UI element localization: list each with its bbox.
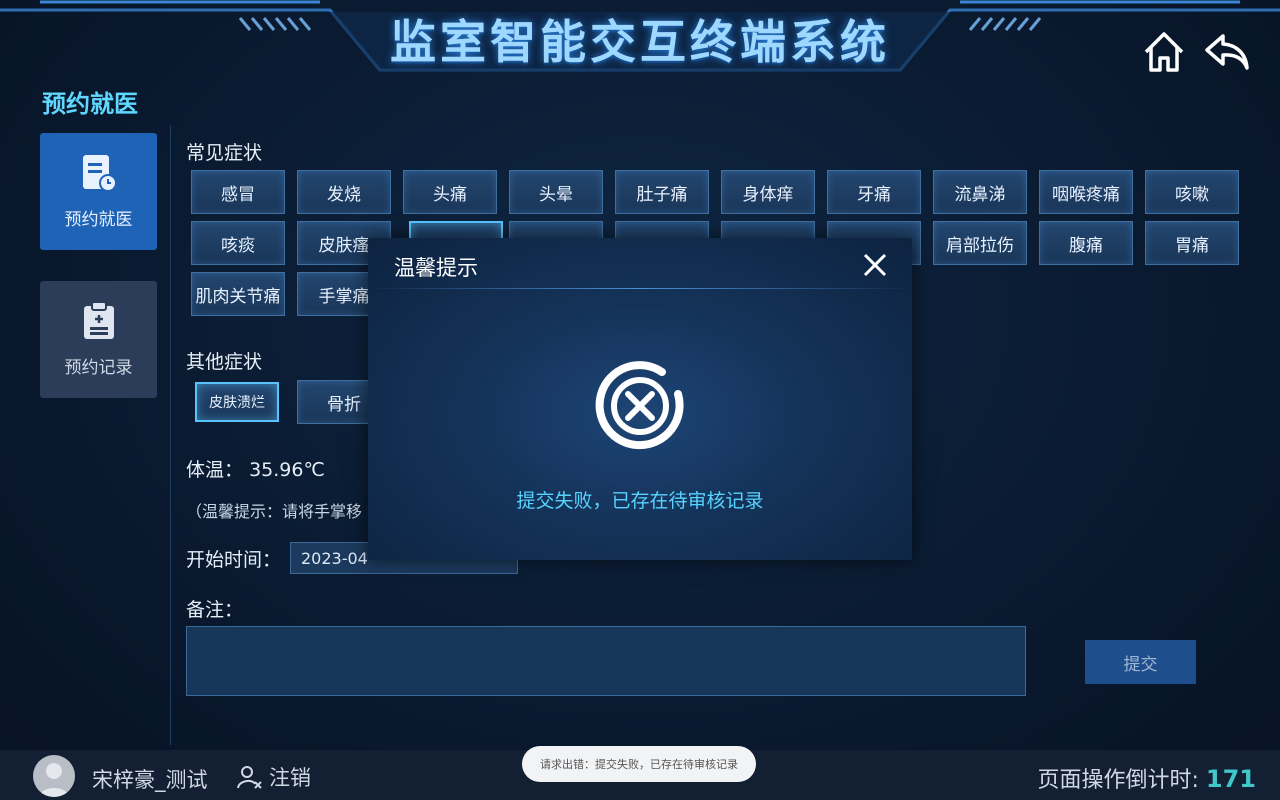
symptom-chip[interactable]: 感冒 xyxy=(191,170,285,214)
logout-button[interactable]: 注销 xyxy=(237,762,311,792)
symptom-chip[interactable]: 肚子痛 xyxy=(615,170,709,214)
user-avatar-icon xyxy=(39,763,69,797)
common-symptoms-label: 常见症状 xyxy=(186,142,263,164)
symptom-chip[interactable]: 头晕 xyxy=(509,170,603,214)
dialog-title: 温馨提示 xyxy=(394,256,478,280)
temperature-row: 体温： 35.96℃ xyxy=(186,455,325,482)
sidebar-item-appointment[interactable]: 预约就医 xyxy=(40,133,157,250)
medical-doc-icon xyxy=(82,155,117,192)
logout-label: 注销 xyxy=(269,766,311,790)
other-symptom-chip[interactable]: 皮肤溃烂 xyxy=(195,382,279,422)
symptom-chip[interactable]: 肌肉关节痛 xyxy=(191,272,285,316)
symptom-chip[interactable]: 胃痛 xyxy=(1145,221,1239,265)
symptom-chip[interactable]: 肩部拉伤 xyxy=(933,221,1027,265)
countdown: 页面操作倒计时: 171 xyxy=(1037,762,1256,794)
remark-input[interactable] xyxy=(186,626,1026,696)
symptom-chip[interactable]: 腹痛 xyxy=(1039,221,1133,265)
temperature-value: 35.96℃ xyxy=(249,459,325,481)
sidebar-divider xyxy=(170,125,171,745)
remark-label: 备注： xyxy=(186,599,244,621)
symptom-chip[interactable]: 流鼻涕 xyxy=(933,170,1027,214)
sidebar-item-records[interactable]: 预约记录 xyxy=(40,281,157,398)
back-arrow-icon[interactable] xyxy=(1203,28,1251,76)
section-title: 预约就医 xyxy=(42,90,138,118)
symptom-chip[interactable]: 牙痛 xyxy=(827,170,921,214)
sidebar-item-label: 预约记录 xyxy=(64,358,133,378)
home-icon[interactable] xyxy=(1140,28,1188,76)
close-icon[interactable] xyxy=(860,250,890,280)
submit-button[interactable]: 提交 xyxy=(1085,640,1196,684)
dialog-message: 提交失败，已存在待审核记录 xyxy=(516,490,764,512)
header: 监室智能交互终端系统 xyxy=(0,0,1280,84)
fail-circle-x-icon xyxy=(595,361,684,450)
app-title: 监室智能交互终端系统 xyxy=(390,15,890,69)
symptom-chip[interactable]: 身体痒 xyxy=(721,170,815,214)
symptom-chip[interactable]: 发烧 xyxy=(297,170,391,214)
countdown-label: 页面操作倒计时: xyxy=(1037,768,1199,793)
temperature-label: 体温： xyxy=(186,459,244,481)
symptom-chip[interactable]: 咽喉疼痛 xyxy=(1039,170,1133,214)
start-time-label: 开始时间： xyxy=(186,549,282,571)
avatar xyxy=(33,755,75,797)
symptom-chip[interactable]: 咳嗽 xyxy=(1145,170,1239,214)
countdown-value: 171 xyxy=(1205,765,1256,793)
username: 宋梓豪_测试 xyxy=(92,768,208,792)
clipboard-icon xyxy=(83,301,114,339)
sidebar-item-label: 预约就医 xyxy=(64,210,133,230)
error-toast: 请求出错：提交失败，已存在待审核记录 xyxy=(522,746,756,782)
other-symptoms-label: 其他症状 xyxy=(186,351,263,373)
logout-user-icon xyxy=(237,766,262,789)
symptom-chip[interactable]: 头痛 xyxy=(403,170,497,214)
warm-tip-dialog: 温馨提示 提交失败，已存在待审核记录 xyxy=(368,238,912,560)
symptom-chip[interactable]: 咳痰 xyxy=(191,221,285,265)
dialog-divider xyxy=(368,288,912,289)
palm-tip: （温馨提示：请将手掌移 xyxy=(186,502,363,521)
